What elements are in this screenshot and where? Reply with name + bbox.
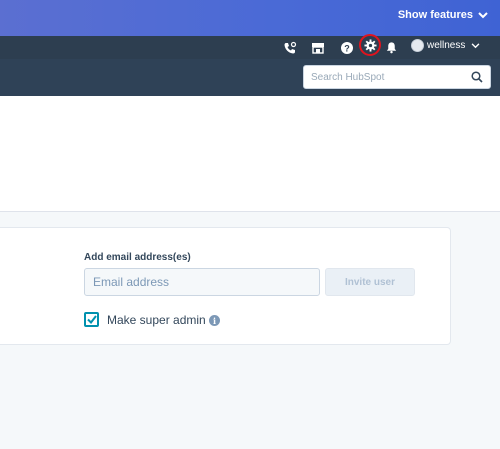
account-menu[interactable]: wellness xyxy=(411,39,480,52)
show-features-button[interactable]: Show features xyxy=(398,9,488,21)
checkmark-icon xyxy=(86,315,97,324)
show-features-label: Show features xyxy=(397,9,473,21)
search-input[interactable] xyxy=(311,71,471,83)
super-admin-checkbox[interactable] xyxy=(84,312,99,327)
top-banner: Show features xyxy=(0,0,500,36)
chevron-down-icon xyxy=(478,11,488,18)
account-name: wellness xyxy=(427,40,466,51)
invite-user-button[interactable]: Invite user xyxy=(325,268,415,296)
search-box[interactable] xyxy=(303,65,491,89)
global-nav: ? wellness xyxy=(0,36,500,59)
calling-icon[interactable] xyxy=(281,39,298,56)
notifications-bell-icon[interactable] xyxy=(383,39,400,56)
settings-gear-button[interactable] xyxy=(359,34,381,56)
help-icon[interactable]: ? xyxy=(338,39,355,56)
avatar xyxy=(411,39,424,52)
add-email-label: Add email address(es) xyxy=(84,252,191,263)
search-icon[interactable] xyxy=(471,71,483,83)
settings-gear-icon xyxy=(363,38,377,52)
super-admin-label: Make super admin xyxy=(107,313,206,327)
info-icon[interactable]: i xyxy=(209,315,220,326)
chevron-down-icon xyxy=(471,42,480,48)
svg-text:?: ? xyxy=(344,43,350,53)
search-bar xyxy=(0,59,500,96)
email-field[interactable] xyxy=(84,268,320,296)
page-header-panel xyxy=(0,96,500,212)
marketplace-icon[interactable] xyxy=(309,39,326,56)
invite-user-card: Add email address(es) Invite user Make s… xyxy=(0,227,451,345)
